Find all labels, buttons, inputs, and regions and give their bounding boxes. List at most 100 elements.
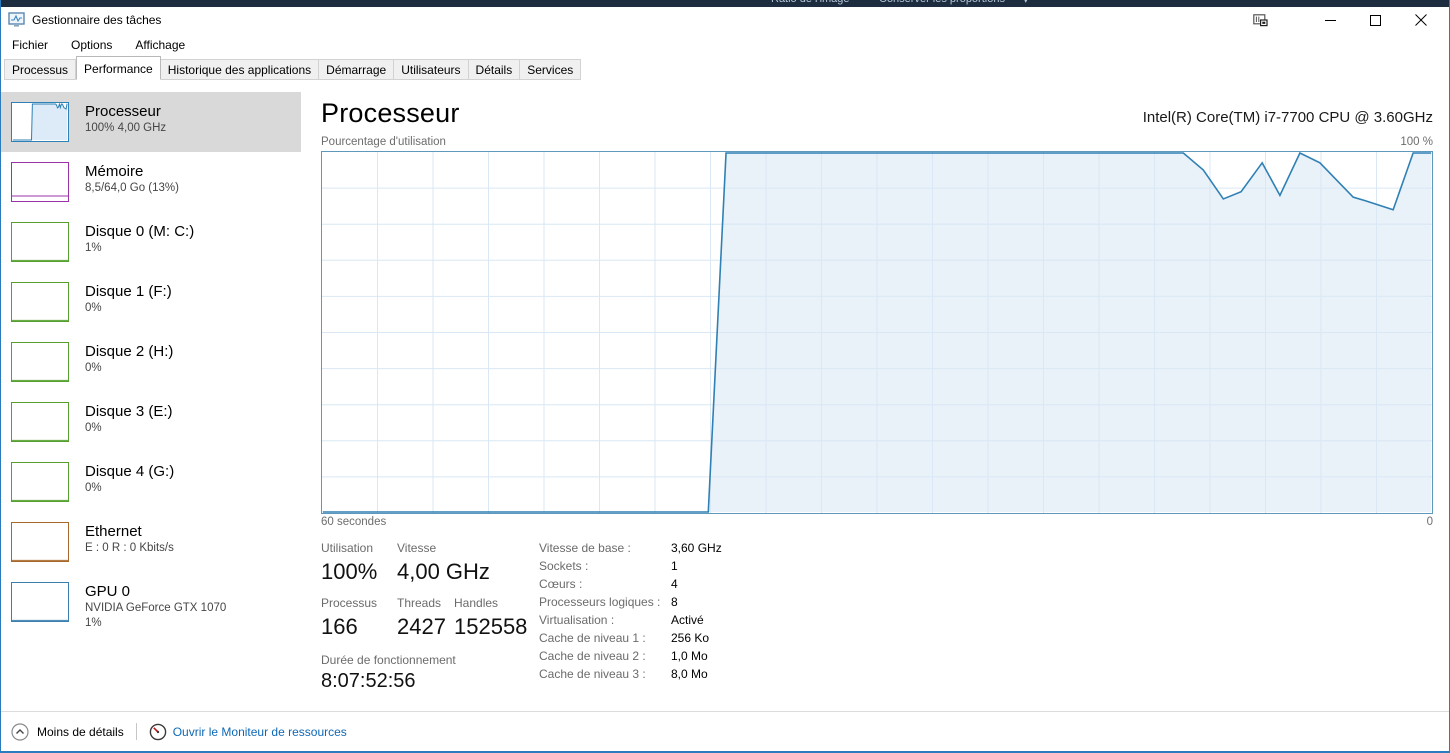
sidebar-item-gpu-0[interactable]: GPU 0NVIDIA GeForce GTX 10701%: [1, 572, 301, 640]
sidebar-item-subtitle: 0%: [85, 481, 174, 496]
titlebar: Gestionnaire des tâches: [1, 7, 1449, 33]
window-title: Gestionnaire des tâches: [32, 13, 161, 27]
background-strip-label-left: Ratio de l'image: [771, 0, 850, 5]
stat-value-utilisation: 100%: [321, 557, 397, 587]
menu-item-options[interactable]: Options: [68, 35, 123, 55]
sidebar-item-subtitle: 0%: [85, 361, 173, 376]
sidebar-item-subtitle: 0%: [85, 421, 173, 436]
menu-bar: Fichier Options Affichage: [1, 33, 1449, 56]
stat-value-handles: 152558: [454, 612, 539, 642]
tab-0-processus[interactable]: Processus: [4, 59, 76, 80]
footer-divider: [136, 723, 137, 740]
sidebar-thumbnail-gpu-0-graph-icon: [11, 582, 69, 622]
sidebar-thumbnail-cpu-graph-icon: [11, 102, 69, 142]
sidebar-item-title: Processeur: [85, 102, 166, 121]
sidebar-item-title: Disque 4 (G:): [85, 462, 174, 481]
sidebar-thumbnail-disk-0-graph-icon: [11, 222, 69, 262]
cpu-usage-chart[interactable]: [321, 151, 1433, 514]
sidebar-thumbnail-disk-4-graph-icon: [11, 462, 69, 502]
detail-label: Cache de niveau 3 :: [539, 666, 671, 682]
cpu-chart-svg: [322, 152, 1432, 513]
sidebar-item-disk-0[interactable]: Disque 0 (M: C:)1%: [1, 212, 301, 272]
cpu-model-name: Intel(R) Core(TM) i7-7700 CPU @ 3.60GHz: [1143, 109, 1433, 126]
less-details-button[interactable]: Moins de détails: [11, 723, 124, 741]
background-strip-label-right: Conserver les proportions: [879, 0, 1005, 5]
cpu-detail-pane: Processeur Intel(R) Core(TM) i7-7700 CPU…: [301, 80, 1449, 711]
sidebar-item-subtitle: 1%: [85, 241, 194, 256]
picture-in-picture-icon[interactable]: [1240, 7, 1280, 33]
sidebar-item-title: Disque 1 (F:): [85, 282, 172, 301]
task-manager-app-icon: [8, 12, 26, 28]
detail-label: Vitesse de base :: [539, 540, 671, 556]
sidebar-item-disk-2[interactable]: Disque 2 (H:)0%: [1, 332, 301, 392]
tab-5-d-tails[interactable]: Détails: [469, 59, 521, 80]
detail-value: 4: [671, 576, 722, 592]
cpu-static-details: Vitesse de base :3,60 GHzSockets :1Cœurs…: [539, 540, 722, 695]
sidebar-item-subtitle: 100% 4,00 GHz: [85, 121, 166, 136]
stat-label-processus: Processus: [321, 595, 397, 612]
menu-item-fichier[interactable]: Fichier: [9, 35, 59, 55]
detail-label: Cache de niveau 2 :: [539, 648, 671, 664]
sidebar-item-disk-1[interactable]: Disque 1 (F:)0%: [1, 272, 301, 332]
menu-item-affichage[interactable]: Affichage: [132, 35, 196, 55]
sidebar-item-memory[interactable]: Mémoire8,5/64,0 Go (13%): [1, 152, 301, 212]
less-details-label: Moins de détails: [37, 725, 124, 739]
tab-3-d-marrage[interactable]: Démarrage: [319, 59, 394, 80]
close-button[interactable]: [1398, 7, 1443, 33]
chart-top-left-label: Pourcentage d'utilisation: [321, 136, 446, 148]
sidebar-thumbnail-disk-2-graph-icon: [11, 342, 69, 382]
detail-value: 3,60 GHz: [671, 540, 722, 556]
minimize-button[interactable]: [1308, 7, 1353, 33]
maximize-button[interactable]: [1353, 7, 1398, 33]
sidebar-item-title: Disque 0 (M: C:): [85, 222, 194, 241]
detail-label: Cœurs :: [539, 576, 671, 592]
tab-strip: ProcessusPerformanceHistorique des appli…: [1, 56, 1449, 80]
detail-label: Cache de niveau 1 :: [539, 630, 671, 646]
sidebar-item-subtitle: 8,5/64,0 Go (13%): [85, 181, 179, 196]
sidebar-item-ethernet[interactable]: EthernetE : 0 R : 0 Kbits/s: [1, 512, 301, 572]
detail-label: Processeurs logiques :: [539, 594, 671, 610]
sidebar-item-subtitle-2: 1%: [85, 616, 226, 631]
sidebar-thumbnail-ethernet-graph-icon: [11, 522, 69, 562]
chart-axis-right-label: 0: [1427, 516, 1433, 528]
stat-value-processus: 166: [321, 612, 397, 642]
sidebar-item-title: GPU 0: [85, 582, 226, 601]
sidebar-item-subtitle: NVIDIA GeForce GTX 1070: [85, 601, 226, 616]
tab-1-performance[interactable]: Performance: [76, 56, 161, 80]
stat-label-handles: Handles: [454, 595, 539, 612]
sidebar-item-disk-3[interactable]: Disque 3 (E:)0%: [1, 392, 301, 452]
stat-value-threads: 2427: [397, 612, 454, 642]
sidebar-item-subtitle: 0%: [85, 301, 172, 316]
open-resource-monitor-link[interactable]: Ouvrir le Moniteur de ressources: [149, 723, 347, 741]
tab-4-utilisateurs[interactable]: Utilisateurs: [394, 59, 468, 80]
detail-value: 1,0 Mo: [671, 648, 722, 664]
background-strip-caret-icon: ▾: [1023, 0, 1029, 6]
sidebar-item-disk-4[interactable]: Disque 4 (G:)0%: [1, 452, 301, 512]
detail-value: 8,0 Mo: [671, 666, 722, 682]
detail-value: 1: [671, 558, 722, 574]
tab-6-services[interactable]: Services: [520, 59, 581, 80]
stat-label-threads: Threads: [397, 595, 454, 612]
open-resource-monitor-label: Ouvrir le Moniteur de ressources: [173, 725, 347, 739]
sidebar-item-title: Ethernet: [85, 522, 174, 541]
stat-label-vitesse: Vitesse: [397, 540, 454, 557]
sidebar-thumbnail-memory-graph-icon: [11, 162, 69, 202]
footer-bar: Moins de détails Ouvrir le Moniteur de r…: [1, 711, 1449, 751]
sidebar-item-title: Mémoire: [85, 162, 179, 181]
detail-value: Activé: [671, 612, 722, 628]
chart-axis-left-label: 60 secondes: [321, 516, 386, 528]
performance-sidebar: Processeur100% 4,00 GHzMémoire8,5/64,0 G…: [1, 80, 301, 711]
stat-value-vitesse: 4,00 GHz: [397, 557, 454, 587]
chevron-up-circle-icon: [11, 723, 29, 741]
tab-2-historique-des-applications[interactable]: Historique des applications: [161, 59, 319, 80]
uptime-value: 8:07:52:56: [321, 667, 539, 695]
sidebar-thumbnail-disk-1-graph-icon: [11, 282, 69, 322]
chart-max-label: 100 %: [1400, 136, 1433, 148]
resource-monitor-icon: [149, 723, 167, 741]
task-manager-window: Ratio de l'image Conserver les proportio…: [0, 0, 1450, 753]
sidebar-item-subtitle: E : 0 R : 0 Kbits/s: [85, 541, 174, 556]
detail-label: Virtualisation :: [539, 612, 671, 628]
stat-label-utilisation: Utilisation: [321, 540, 397, 557]
sidebar-item-title: Disque 2 (H:): [85, 342, 173, 361]
sidebar-item-cpu[interactable]: Processeur100% 4,00 GHz: [1, 92, 301, 152]
